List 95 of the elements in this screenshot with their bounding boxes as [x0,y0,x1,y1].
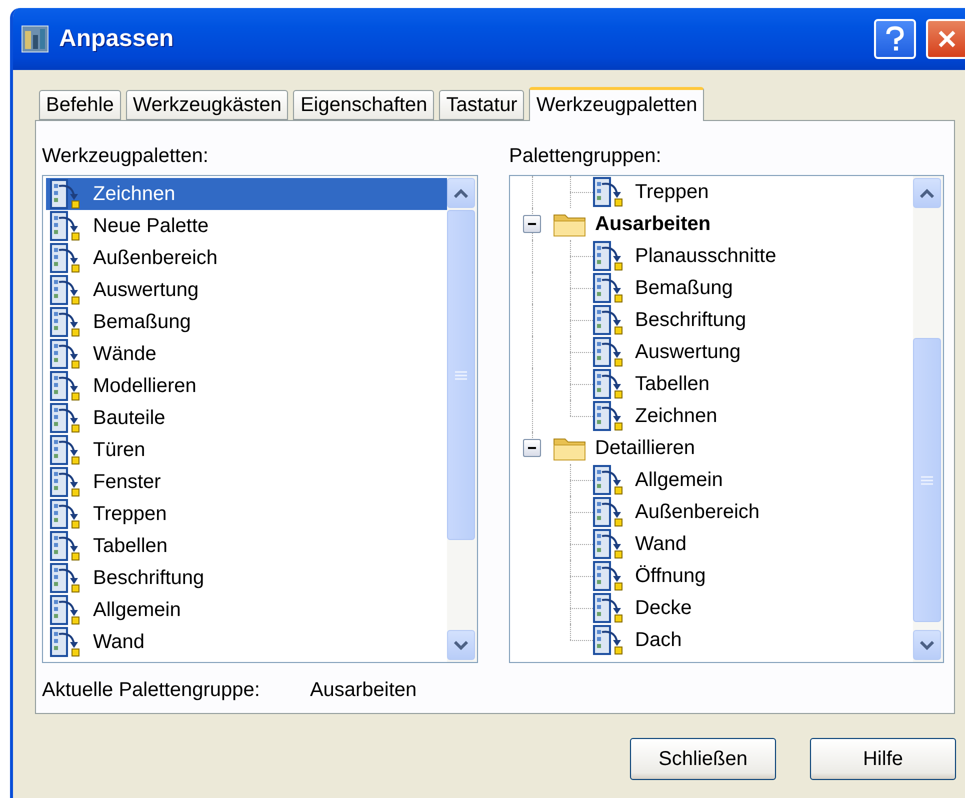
tree-item[interactable]: Planausschnitte [510,240,913,272]
list-item[interactable]: Türen [46,434,447,466]
scroll-thumb[interactable] [913,338,941,622]
tree-item[interactable]: Treppen [510,176,913,208]
tab[interactable]: Eigenschaften [293,90,434,120]
help-button[interactable] [874,19,916,59]
tree-item-label: Öffnung [635,564,706,588]
list-item-label: Außenbereich [93,246,218,270]
tree-item[interactable]: Decke [510,592,913,624]
tree-item[interactable]: Wand [510,528,913,560]
tree-item[interactable]: Öffnung [510,560,913,592]
collapse-button[interactable] [523,215,541,233]
tree-item[interactable]: Dach [510,624,913,656]
tree-item-label: Treppen [635,180,709,204]
list-item[interactable]: Außenbereich [46,242,447,274]
tree-caption: Palettengruppen: [509,145,662,169]
tree-item-label: Beschriftung [635,308,746,332]
list-item-label: Auswertung [93,278,199,302]
tree-item-label: Planausschnitte [635,244,776,268]
collapse-button[interactable] [523,439,541,457]
chevron-down-icon [920,640,934,650]
palette-list[interactable]: Zeichnen Neue Palette Außenbereich Auswertung Bemaßung Wände Modellieren Bauteile Türen Fenster Treppen Tabellen Beschriftung Allgemein Wand [42,175,478,663]
scroll-thumb[interactable] [447,210,475,540]
palette-group-tree[interactable]: Treppen Ausarbeiten Planausschnitte Bemaßung Beschriftung Auswertung Tabellen Zeichnen Detaillieren Allgemein Außenbereich Wand Öffnung Decke Dach [509,175,944,663]
list-item-label: Allgemein [93,598,181,622]
list-item[interactable]: Beschriftung [46,562,447,594]
list-item[interactable]: Bauteile [46,402,447,434]
list-item[interactable]: Zeichnen [46,178,447,210]
current-group-caption: Aktuelle Palettengruppe: [42,679,260,703]
scrollbar[interactable] [913,176,943,662]
close-button[interactable] [926,19,965,59]
list-item[interactable]: Fenster [46,466,447,498]
tree-item[interactable]: Allgemein [510,464,913,496]
tree-group-label: Ausarbeiten [595,212,711,236]
scroll-down-button[interactable] [913,630,941,660]
window-title: Anpassen [59,25,175,53]
tree-item-label: Allgemein [635,468,723,492]
question-icon [885,26,905,52]
list-item-label: Bauteile [93,406,166,430]
list-item-label: Tabellen [93,534,168,558]
tree-item-label: Tabellen [635,372,710,396]
list-item-label: Bemaßung [93,310,191,334]
tree-item-label: Wand [635,532,687,556]
list-item-label: Treppen [93,502,167,526]
tree-item[interactable]: Bemaßung [510,272,913,304]
tree-item-label: Außenbereich [635,500,760,524]
tree-group[interactable]: Ausarbeiten [510,208,913,240]
scroll-up-button[interactable] [447,178,475,208]
list-item-label: Türen [93,438,146,462]
tab[interactable]: Befehle [39,90,121,120]
app-icon [21,25,49,53]
tree-item-label: Zeichnen [635,404,718,428]
list-item[interactable]: Treppen [46,498,447,530]
list-item-label: Beschriftung [93,566,204,590]
list-item-label: Neue Palette [93,214,209,238]
current-group-value: Ausarbeiten [310,679,417,703]
tree-item-label: Auswertung [635,340,741,364]
list-item-label: Wand [93,630,145,654]
tab[interactable]: Werkzeugpaletten [529,87,704,121]
dialog-button[interactable]: Hilfe [810,738,956,780]
list-item-label: Fenster [93,470,161,494]
list-item[interactable]: Allgemein [46,594,447,626]
chevron-up-icon [454,188,468,198]
list-item[interactable]: Modellieren [46,370,447,402]
scroll-up-button[interactable] [913,178,941,208]
grip-icon [921,476,933,484]
list-item-label: Modellieren [93,374,196,398]
tree-item[interactable]: Auswertung [510,336,913,368]
list-item[interactable]: Bemaßung [46,306,447,338]
chevron-down-icon [454,640,468,650]
list-item-label: Wände [93,342,156,366]
tree-group[interactable]: Detaillieren [510,432,913,464]
scrollbar[interactable] [447,176,477,662]
list-item[interactable]: Wände [46,338,447,370]
tree-group-label: Detaillieren [595,436,696,460]
list-item[interactable]: Tabellen [46,530,447,562]
dialog-button[interactable]: Schließen [630,738,776,780]
list-caption: Werkzeugpaletten: [42,145,210,169]
grip-icon [455,370,467,380]
list-item-label: Zeichnen [93,182,176,206]
tree-item[interactable]: Außenbereich [510,496,913,528]
list-item[interactable]: Neue Palette [46,210,447,242]
tab[interactable]: Werkzeugkästen [126,90,288,120]
tree-item[interactable]: Beschriftung [510,304,913,336]
tree-item-label: Decke [635,596,692,620]
scroll-down-button[interactable] [447,630,475,660]
close-icon [937,29,957,49]
chevron-up-icon [920,188,934,198]
tree-item-label: Bemaßung [635,276,733,300]
tab[interactable]: Tastatur [439,90,524,120]
list-item[interactable]: Wand [46,626,447,658]
list-item[interactable]: Auswertung [46,274,447,306]
tree-item[interactable]: Zeichnen [510,400,913,432]
tree-item-label: Dach [635,628,682,652]
tree-item[interactable]: Tabellen [510,368,913,400]
